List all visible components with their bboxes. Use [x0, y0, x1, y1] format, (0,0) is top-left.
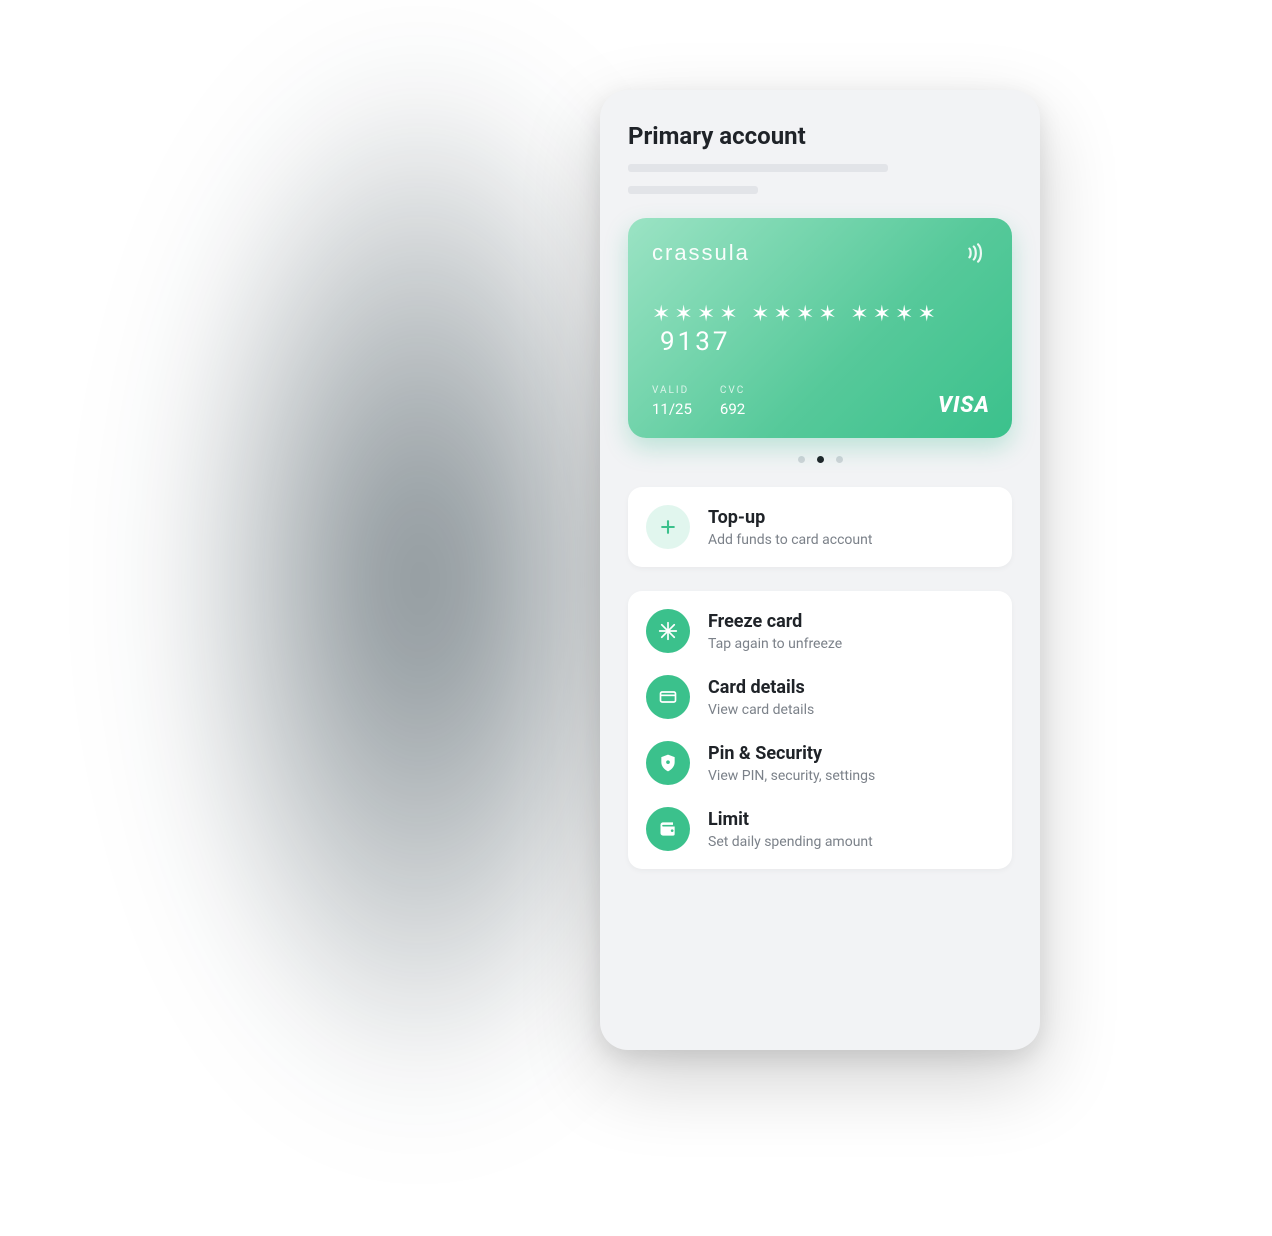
card-cvc: CVC 692	[720, 385, 745, 418]
phone-frame: Primary account crassula ✶✶✶✶ ✶✶✶✶ ✶✶✶✶ …	[600, 90, 1040, 1050]
topup-subtitle: Add funds to card account	[708, 532, 872, 548]
carousel-dot[interactable]	[798, 456, 805, 463]
action-subtitle: Set daily spending amount	[708, 834, 873, 850]
actions-tile: Freeze card Tap again to unfreeze Card d…	[628, 591, 1012, 869]
action-subtitle: Tap again to unfreeze	[708, 636, 842, 652]
card-brand: crassula	[652, 240, 988, 266]
valid-value: 11/25	[652, 400, 692, 418]
action-freeze[interactable]: Freeze card Tap again to unfreeze	[646, 609, 994, 653]
cvc-label: CVC	[720, 385, 745, 396]
topup-title: Top-up	[708, 507, 872, 528]
carousel-dots	[628, 456, 1012, 463]
card-valid: VALID 11/25	[652, 385, 692, 418]
shield-icon	[646, 741, 690, 785]
action-limit[interactable]: Limit Set daily spending amount	[646, 807, 994, 851]
action-title: Limit	[708, 809, 873, 830]
action-card-details[interactable]: Card details View card details	[646, 675, 994, 719]
contactless-icon	[964, 240, 990, 266]
skeleton-line	[628, 164, 888, 172]
masked-digits: ✶✶✶✶ ✶✶✶✶ ✶✶✶✶	[652, 302, 940, 327]
action-pin-security[interactable]: Pin & Security View PIN, security, setti…	[646, 741, 994, 785]
carousel-dot-active[interactable]	[817, 456, 824, 463]
card-network: VISA	[938, 393, 990, 418]
carousel-dot[interactable]	[836, 456, 843, 463]
card-last4: 9137	[660, 327, 730, 357]
topup-tile[interactable]: Top-up Add funds to card account	[628, 487, 1012, 567]
cvc-value: 692	[720, 400, 745, 418]
card-number: ✶✶✶✶ ✶✶✶✶ ✶✶✶✶ 9137	[652, 302, 988, 357]
action-title: Pin & Security	[708, 743, 875, 764]
action-subtitle: View card details	[708, 702, 814, 718]
action-title: Card details	[708, 677, 814, 698]
payment-card[interactable]: crassula ✶✶✶✶ ✶✶✶✶ ✶✶✶✶ 9137 VALID 11/25…	[628, 218, 1012, 438]
valid-label: VALID	[652, 385, 692, 396]
page-title: Primary account	[628, 122, 1012, 150]
card-icon	[646, 675, 690, 719]
action-subtitle: View PIN, security, settings	[708, 768, 875, 784]
plus-icon	[646, 505, 690, 549]
action-title: Freeze card	[708, 611, 842, 632]
snowflake-icon	[646, 609, 690, 653]
skeleton-line	[628, 186, 758, 194]
wallet-icon	[646, 807, 690, 851]
